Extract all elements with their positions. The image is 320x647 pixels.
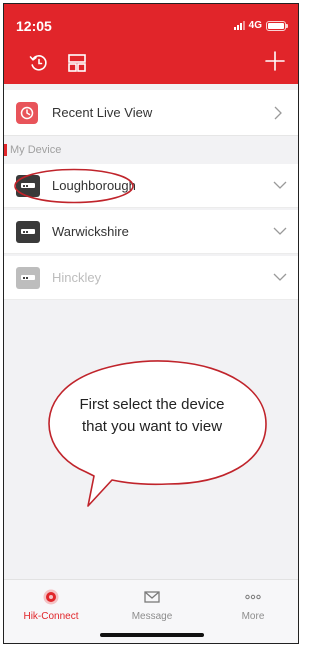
chevron-down-icon[interactable] [272,271,288,283]
section-accent-bar [4,144,7,156]
tab-label: Message [131,611,173,622]
annotation-line-2: that you want to view [81,418,223,435]
tab-label: More [241,611,265,622]
device-row-warwickshire[interactable]: Warwickshire [4,210,298,254]
device-icon [16,174,40,197]
chevron-right-icon [274,106,282,120]
section-title: My Device [10,144,62,156]
device-icon [16,266,40,289]
history-icon[interactable] [28,52,50,74]
tab-more[interactable]: More [218,588,288,622]
layout-icon[interactable] [66,52,88,74]
chevron-down-icon[interactable] [272,179,288,191]
home-indicator[interactable] [100,633,204,637]
bottom-tab-bar: Hik-Connect Message More [4,579,298,643]
tab-label: Hik-Connect [23,611,79,622]
status-time: 12:05 [16,18,52,34]
device-name: Hinckley [52,270,102,285]
clock-icon [16,101,38,124]
recent-live-view-row[interactable]: Recent Live View [4,90,298,136]
device-name: Warwickshire [52,224,129,239]
device-icon [16,220,40,243]
phone-screen: 12:05 4G Recent Live View My Device Loug… [3,3,299,644]
app-header: 12:05 4G [4,4,298,84]
signal-icon [233,21,245,30]
tab-hik-connect[interactable]: Hik-Connect [16,588,86,622]
more-dots-icon [245,594,261,600]
annotation-text: First select the device that you want to… [52,394,252,438]
device-name: Loughborough [52,178,136,193]
section-header-my-device: My Device [4,138,298,162]
recent-live-view-label: Recent Live View [52,105,153,120]
device-row-hinckley[interactable]: Hinckley [4,256,298,300]
status-indicators: 4G [233,20,288,31]
device-row-loughborough[interactable]: Loughborough [4,164,298,208]
envelope-icon [144,591,160,603]
hik-connect-icon [43,589,59,605]
add-icon[interactable] [264,50,286,72]
network-label: 4G [248,20,262,31]
chevron-down-icon[interactable] [272,225,288,237]
annotation-line-1: First select the device [79,396,225,413]
tab-message[interactable]: Message [117,588,187,622]
battery-icon [266,20,288,31]
